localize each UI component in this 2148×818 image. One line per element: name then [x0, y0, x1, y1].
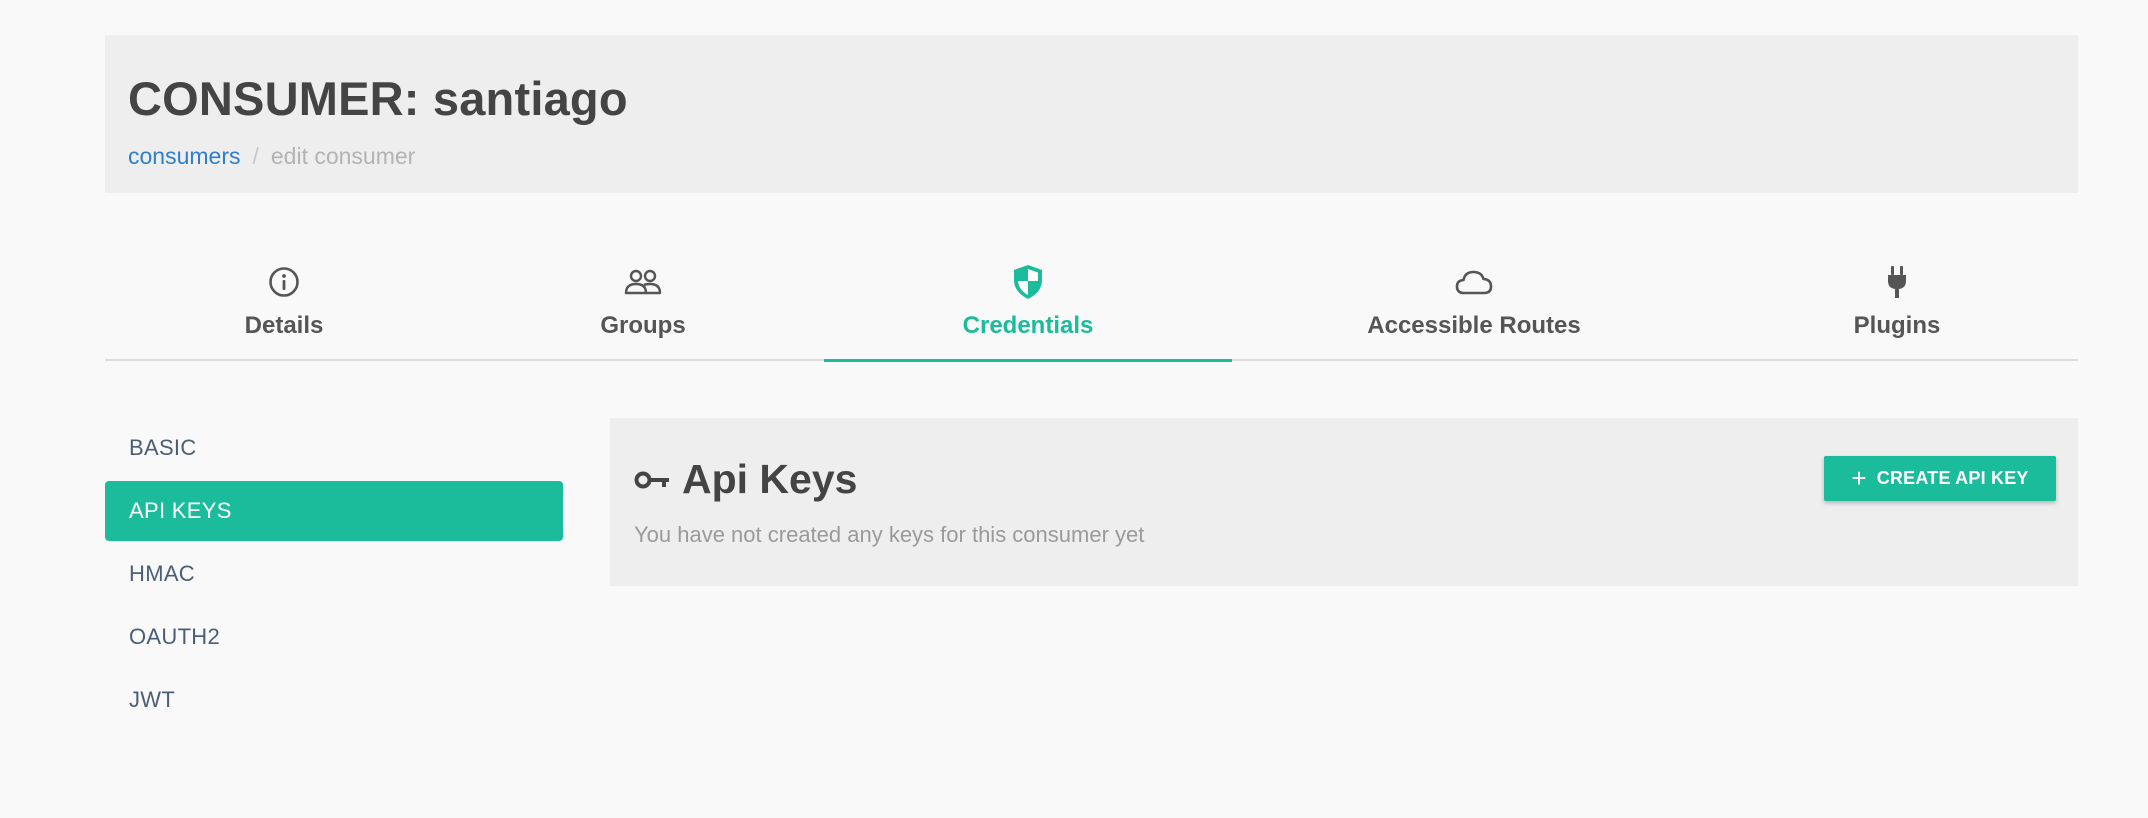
tab-bar: Details Groups Credentials Accessible Ro… [105, 255, 2078, 362]
panel-title-text: Api Keys [682, 456, 858, 502]
tab-accessible-routes[interactable]: Accessible Routes [1232, 255, 1716, 361]
credentials-side-menu: BASIC API KEYS HMAC OAUTH2 JWT [105, 418, 563, 733]
create-api-key-label: CREATE API KEY [1876, 468, 2029, 488]
breadcrumb-link-consumers[interactable]: consumers [128, 143, 240, 169]
tab-label: Details [244, 312, 324, 339]
tab-label: Plugins [1853, 312, 1941, 339]
tab-credentials[interactable]: Credentials [824, 255, 1232, 362]
key-icon [634, 469, 670, 491]
tab-label: Credentials [962, 312, 1094, 339]
shield-icon [1012, 264, 1044, 300]
tab-details[interactable]: Details [105, 255, 463, 361]
page-header: CONSUMER: santiago consumers / edit consum… [105, 35, 2078, 193]
side-item-basic[interactable]: BASIC [105, 418, 563, 478]
side-item-api-keys[interactable]: API KEYS [105, 481, 563, 541]
create-api-key-button[interactable]: + CREATE API KEY [1824, 456, 2056, 501]
api-keys-panel: Api Keys You have not created any keys f… [610, 418, 2078, 586]
breadcrumb-current: edit consumer [270, 143, 416, 169]
info-circle-icon [268, 264, 300, 300]
cloud-icon [1454, 264, 1494, 300]
page: CONSUMER: santiago consumers / edit consum… [0, 0, 2148, 818]
tab-label: Accessible Routes [1367, 312, 1581, 339]
tab-plugins[interactable]: Plugins [1716, 255, 2078, 361]
side-item-hmac[interactable]: HMAC [105, 544, 563, 604]
tab-label: Groups [600, 312, 686, 339]
empty-state-message: You have not created any keys for this c… [634, 522, 1145, 547]
breadcrumb: consumers / edit consumer [128, 143, 415, 170]
side-item-oauth2[interactable]: OAUTH2 [105, 607, 563, 667]
breadcrumb-separator: / [252, 143, 259, 169]
panel-title: Api Keys [634, 456, 857, 503]
side-item-jwt[interactable]: JWT [105, 670, 563, 730]
tab-groups[interactable]: Groups [463, 255, 823, 361]
users-icon [624, 264, 662, 300]
page-title: CONSUMER: santiago [128, 72, 628, 125]
plug-icon [1885, 264, 1909, 300]
plus-icon: + [1851, 462, 1867, 493]
